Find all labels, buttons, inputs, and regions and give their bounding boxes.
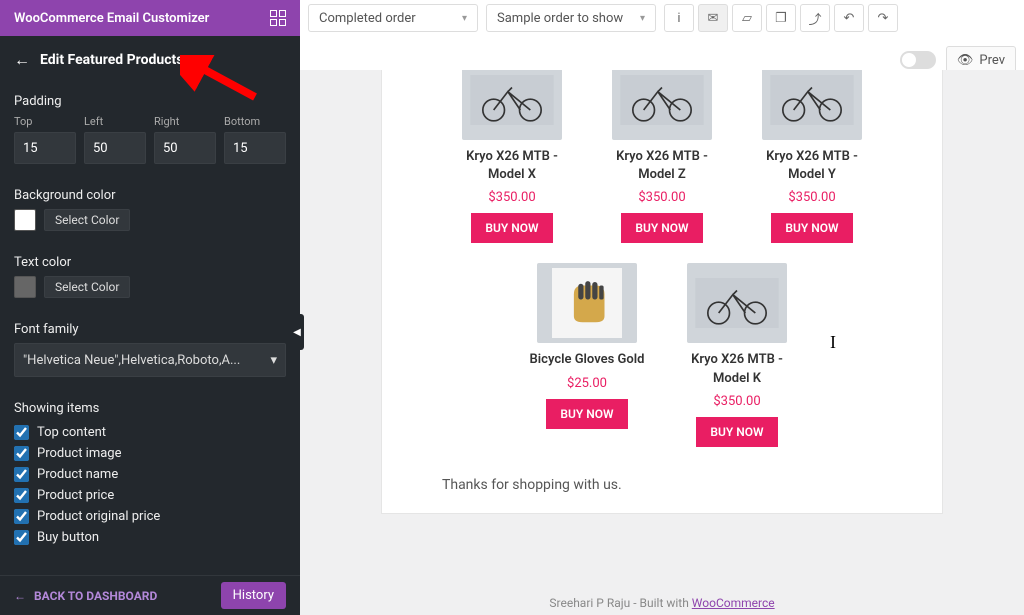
back-arrow-icon[interactable]: ←	[14, 50, 30, 70]
redo-icon[interactable]: ↷	[868, 4, 898, 32]
check-label: Product price	[37, 488, 114, 503]
product-name: Kryo X26 MTB - Model X	[447, 148, 577, 184]
chevron-down-icon: ▾	[462, 13, 467, 24]
dropdown-label: Completed order	[319, 11, 416, 26]
text-color-label: Text color	[14, 255, 286, 270]
product-card: Kryo X26 MTB - Model X $350.00 BUY NOW	[447, 70, 577, 243]
bg-color-swatch[interactable]	[14, 209, 36, 231]
back-arrow-icon: ←	[14, 589, 26, 603]
product-price: $350.00	[597, 190, 727, 205]
checkbox[interactable]	[14, 509, 29, 524]
settings-sidebar: ← Edit Featured Products Padding Top Lef…	[0, 36, 300, 615]
checkbox[interactable]	[14, 425, 29, 440]
showing-items-label: Showing items	[14, 401, 286, 416]
padding-right-label: Right	[154, 115, 216, 128]
product-card: Kryo X26 MTB - Model Z $350.00 BUY NOW	[597, 70, 727, 243]
footer-built: - Built with	[630, 596, 692, 610]
product-card: Bicycle Gloves Gold $25.00 BUY NOW	[522, 263, 652, 446]
padding-top-label: Top	[14, 115, 76, 128]
checkbox[interactable]	[14, 446, 29, 461]
product-name: Kryo X26 MTB - Model Y	[747, 148, 877, 184]
buy-button[interactable]: BUY NOW	[621, 213, 702, 243]
mail-icon[interactable]: ✉	[698, 4, 728, 32]
padding-left-label: Left	[84, 115, 146, 128]
padding-bottom-label: Bottom	[224, 115, 286, 128]
checkbox[interactable]	[14, 488, 29, 503]
text-color-button[interactable]: Select Color	[44, 276, 130, 298]
preview-label: Prev	[979, 53, 1005, 68]
product-price: $350.00	[672, 394, 802, 409]
show-item-2[interactable]: Product name	[14, 464, 286, 485]
padding-left-input[interactable]	[84, 132, 146, 164]
padding-label: Padding	[14, 94, 286, 109]
product-name: Kryo X26 MTB - Model Z	[597, 148, 727, 184]
bg-color-label: Background color	[14, 188, 286, 203]
show-item-1[interactable]: Product image	[14, 443, 286, 464]
product-image	[687, 263, 787, 343]
chevron-down-icon: ▾	[640, 13, 645, 24]
show-item-4[interactable]: Product original price	[14, 506, 286, 527]
check-label: Buy button	[37, 530, 99, 545]
email-type-dropdown[interactable]: Completed order ▾	[308, 4, 478, 32]
product-name: Kryo X26 MTB - Model K	[672, 351, 802, 387]
text-cursor-icon: I	[830, 332, 836, 353]
show-item-0[interactable]: Top content	[14, 422, 286, 443]
buy-button[interactable]: BUY NOW	[471, 213, 552, 243]
grid-icon[interactable]	[270, 10, 286, 26]
eye-icon: 👁	[957, 53, 974, 68]
preview-canvas: Kryo X26 MTB - Model X$350.00BUY NOWKryo…	[300, 70, 1024, 615]
footer-credit: Sreehari P Raju - Built with WooCommerce	[549, 596, 774, 610]
product-image	[612, 70, 712, 140]
product-price: $25.00	[522, 376, 652, 391]
undo-icon[interactable]: ↶	[834, 4, 864, 32]
font-family-label: Font family	[14, 322, 286, 337]
export-icon[interactable]: ⤴	[800, 4, 830, 32]
show-item-3[interactable]: Product price	[14, 485, 286, 506]
checkbox[interactable]	[14, 530, 29, 545]
buy-button[interactable]: BUY NOW	[696, 417, 777, 447]
panel-title: Edit Featured Products	[40, 52, 183, 68]
thanks-text: Thanks for shopping with us.	[402, 477, 922, 493]
collapse-sidebar-tab[interactable]: ◀	[290, 314, 304, 350]
back-dash-label: BACK TO DASHBOARD	[34, 589, 157, 603]
show-item-5[interactable]: Buy button	[14, 527, 286, 548]
padding-top-input[interactable]	[14, 132, 76, 164]
buy-button[interactable]: BUY NOW	[546, 399, 627, 429]
page-icon[interactable]: ▱	[732, 4, 762, 32]
dropdown-label: Sample order to show	[497, 11, 623, 26]
product-price: $350.00	[447, 190, 577, 205]
font-value: "Helvetica Neue",Helvetica,Roboto,A...	[23, 353, 240, 368]
product-image	[537, 263, 637, 343]
email-preview: Kryo X26 MTB - Model X$350.00BUY NOWKryo…	[382, 70, 942, 513]
check-label: Product image	[37, 446, 122, 461]
bg-color-button[interactable]: Select Color	[44, 209, 130, 231]
copy-icon[interactable]: ❐	[766, 4, 796, 32]
chevron-down-icon: ▾	[270, 353, 277, 368]
check-label: Product name	[37, 467, 118, 482]
footer-author: Sreehari P Raju	[549, 596, 630, 610]
padding-bottom-input[interactable]	[224, 132, 286, 164]
buy-button[interactable]: BUY NOW	[771, 213, 852, 243]
brand-bar: WooCommerce Email Customizer	[0, 0, 300, 36]
product-card: Kryo X26 MTB - Model Y $350.00 BUY NOW	[747, 70, 877, 243]
font-family-select[interactable]: "Helvetica Neue",Helvetica,Roboto,A... ▾	[14, 343, 286, 377]
text-color-swatch[interactable]	[14, 276, 36, 298]
back-to-dashboard[interactable]: ← BACK TO DASHBOARD	[14, 589, 157, 603]
product-name: Bicycle Gloves Gold	[522, 351, 652, 369]
footer-link[interactable]: WooCommerce	[692, 596, 775, 610]
sample-order-dropdown[interactable]: Sample order to show ▾	[486, 4, 656, 32]
checkbox[interactable]	[14, 467, 29, 482]
check-label: Product original price	[37, 509, 160, 524]
padding-right-input[interactable]	[154, 132, 216, 164]
product-image	[762, 70, 862, 140]
history-button[interactable]: History	[221, 582, 286, 609]
info-icon[interactable]: i	[664, 4, 694, 32]
top-toolbar: Completed order ▾ Sample order to show ▾…	[300, 0, 1024, 36]
brand-title: WooCommerce Email Customizer	[14, 11, 209, 26]
product-price: $350.00	[747, 190, 877, 205]
preview-toggle[interactable]	[900, 51, 936, 69]
product-image	[462, 70, 562, 140]
check-label: Top content	[37, 425, 106, 440]
product-card: Kryo X26 MTB - Model K $350.00 BUY NOW	[672, 263, 802, 446]
